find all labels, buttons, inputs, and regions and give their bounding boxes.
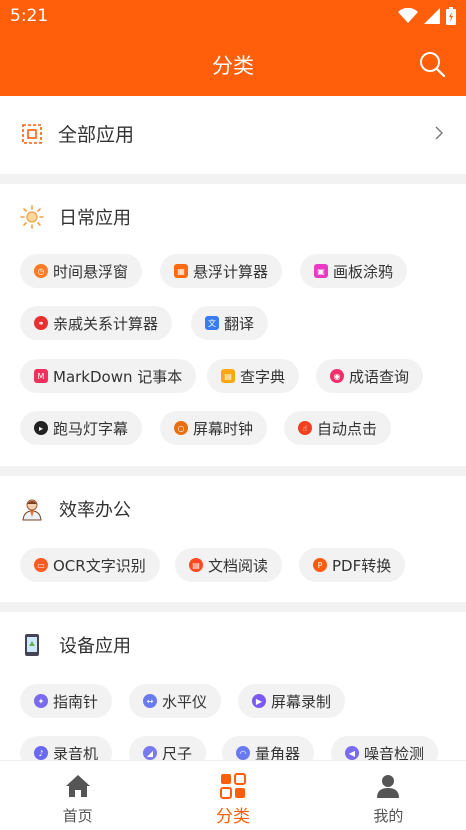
chip-label: 查字典 (240, 367, 286, 386)
tab-category[interactable]: 分类 (155, 761, 310, 830)
section-device-apps: 设备应用 ✦ 指南针 ↔ 水平仪 ▶ 屏幕录制 ♪ 录音机 ◢ 尺子 ◠ 量角器… (0, 612, 466, 760)
palette-icon: ▣ (314, 264, 328, 278)
chip-label: 亲戚关系计算器 (53, 314, 159, 333)
app-chip-floating-clock[interactable]: ◷ 时间悬浮窗 (20, 254, 143, 288)
status-icons (398, 7, 456, 25)
all-apps-label: 全部应用 (58, 124, 135, 146)
app-chip-relative-calculator[interactable]: ⚭ 亲戚关系计算器 (20, 306, 173, 340)
app-chip-level[interactable]: ↔ 水平仪 (129, 684, 222, 718)
compass-icon: ✦ (34, 694, 48, 708)
chip-label: 画板涂鸦 (333, 262, 394, 281)
bottom-tab-bar: 首页 分类 我的 (0, 760, 466, 830)
section-title: 设备应用 (59, 636, 131, 657)
wifi-icon (398, 8, 418, 23)
clock-icon: ◷ (34, 264, 48, 278)
app-chip-screen-record[interactable]: ▶ 屏幕录制 (238, 684, 346, 718)
chip-label: 指南针 (53, 692, 99, 711)
chip-label: 悬浮计算器 (193, 262, 269, 281)
app-chip-pdf-convert[interactable]: P PDF转换 (299, 548, 406, 582)
page-title: 分类 (212, 54, 254, 78)
app-chip-floating-calculator[interactable]: ▦ 悬浮计算器 (160, 254, 283, 288)
app-chip-ocr[interactable]: ▭ OCR文字识别 (20, 548, 160, 582)
app-chip-marquee-subtitles[interactable]: ▸ 跑马灯字幕 (20, 411, 143, 445)
app-chip-document-reader[interactable]: ▤ 文档阅读 (175, 548, 283, 582)
markdown-icon: M (34, 369, 48, 383)
home-icon (65, 775, 90, 797)
calculator-icon: ▦ (174, 264, 188, 278)
chip-label: OCR文字识别 (53, 556, 146, 575)
document-icon: ▤ (189, 558, 203, 572)
ocr-icon: ▭ (34, 558, 48, 572)
chip-label: 屏幕录制 (271, 692, 332, 711)
microphone-icon: ♪ (34, 746, 48, 760)
chip-label: 翻译 (224, 314, 255, 333)
section-title: 效率办公 (59, 500, 131, 521)
chip-label: 文档阅读 (208, 556, 269, 575)
app-bar: 分类 (0, 34, 466, 96)
app-chip-dictionary[interactable]: ▤ 查字典 (207, 359, 300, 393)
category-list[interactable]: 全部应用 日常应用 ◷ 时间悬浮窗 ▦ 悬浮计算器 ▣ 画板涂鸦 ⚭ 亲戚关系计… (0, 96, 466, 760)
section-header: 日常应用 (0, 184, 466, 246)
section-daily-apps: 日常应用 ◷ 时间悬浮窗 ▦ 悬浮计算器 ▣ 画板涂鸦 ⚭ 亲戚关系计算器 文 … (0, 184, 466, 466)
screen-clock-icon: ○ (174, 421, 188, 435)
app-chip-recorder[interactable]: ♪ 录音机 (20, 736, 113, 761)
chip-label: 噪音检测 (364, 744, 425, 761)
status-bar: 5:21 (0, 0, 466, 34)
tab-profile[interactable]: 我的 (311, 761, 466, 830)
section-header: 设备应用 (0, 612, 466, 674)
ruler-icon: ◢ (143, 746, 157, 760)
person-icon (377, 775, 400, 798)
app-chip-compass[interactable]: ✦ 指南针 (20, 684, 113, 718)
tap-icon: ☝ (298, 421, 312, 435)
app-chip-ruler[interactable]: ◢ 尺子 (129, 736, 207, 761)
signal-icon (424, 8, 440, 24)
chip-label: 自动点击 (317, 419, 378, 438)
app-chip-screen-clock[interactable]: ○ 屏幕时钟 (160, 411, 268, 445)
status-time: 5:21 (10, 6, 49, 26)
app-chip-translate[interactable]: 文 翻译 (191, 306, 269, 340)
chip-label: 水平仪 (162, 692, 208, 711)
level-icon: ↔ (143, 694, 157, 708)
tab-label: 首页 (62, 807, 93, 825)
search-icon[interactable] (418, 50, 446, 78)
section-title: 日常应用 (59, 208, 131, 229)
category-grid-icon (219, 773, 246, 799)
translate-icon: 文 (205, 316, 219, 330)
phone-icon (25, 634, 39, 656)
chevron-right-icon (435, 126, 443, 140)
dictionary-icon: ▤ (221, 369, 235, 383)
chip-label: 时间悬浮窗 (53, 262, 129, 281)
app-chip-protractor[interactable]: ◠ 量角器 (222, 736, 315, 761)
office-worker-icon (22, 499, 42, 521)
record-icon: ▶ (252, 694, 266, 708)
tab-label: 分类 (215, 807, 250, 827)
battery-icon (446, 7, 456, 25)
section-office: 效率办公 ▭ OCR文字识别 ▤ 文档阅读 P PDF转换 (0, 476, 466, 602)
chip-label: PDF转换 (332, 556, 392, 575)
apps-grid-icon (22, 124, 42, 144)
pdf-icon: P (313, 558, 327, 572)
chip-label: 录音机 (53, 744, 99, 761)
tab-home[interactable]: 首页 (0, 761, 155, 830)
tab-label: 我的 (373, 807, 404, 825)
app-chip-noise-meter[interactable]: ◀ 噪音检测 (331, 736, 439, 761)
marquee-icon: ▸ (34, 421, 48, 435)
app-chip-markdown-notes[interactable]: M MarkDown 记事本 (20, 359, 197, 393)
section-header: 效率办公 (0, 476, 466, 538)
chip-label: 成语查询 (349, 367, 410, 386)
sun-icon (20, 205, 44, 229)
speaker-icon: ◀ (345, 746, 359, 760)
chip-label: 尺子 (162, 744, 193, 761)
chip-label: 量角器 (255, 744, 301, 761)
app-chip-auto-click[interactable]: ☝ 自动点击 (284, 411, 392, 445)
chip-label: 跑马灯字幕 (53, 419, 129, 438)
idiom-icon: ◉ (330, 369, 344, 383)
all-apps-row[interactable]: 全部应用 (0, 96, 466, 174)
app-chip-drawing-board[interactable]: ▣ 画板涂鸦 (300, 254, 408, 288)
chip-label: MarkDown 记事本 (53, 367, 183, 386)
protractor-icon: ◠ (236, 746, 250, 760)
family-icon: ⚭ (34, 316, 48, 330)
chip-label: 屏幕时钟 (193, 419, 254, 438)
app-chip-idiom-lookup[interactable]: ◉ 成语查询 (316, 359, 424, 393)
